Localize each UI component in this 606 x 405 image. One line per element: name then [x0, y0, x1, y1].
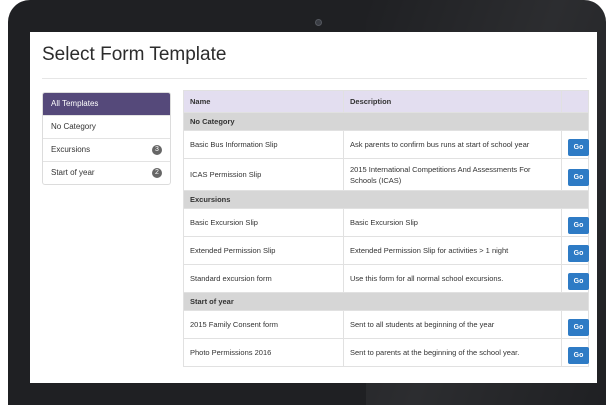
sidebar-item-excursions[interactable]: Excursions 3 — [43, 138, 170, 161]
group-title: Start of year — [183, 292, 589, 311]
template-description: 2015 International Competitions And Asse… — [343, 158, 562, 191]
group-title: No Category — [183, 112, 589, 131]
table-row: Basic Excursion Slip Basic Excursion Sli… — [183, 208, 589, 237]
sidebar-item-start-of-year[interactable]: Start of year 2 — [43, 161, 170, 184]
column-header-description: Description — [343, 90, 562, 113]
go-button[interactable]: Go — [568, 318, 589, 336]
table-header-row: Name Description — [183, 90, 589, 113]
webcam-icon — [315, 19, 322, 26]
laptop-frame: Select Form Template All Templates No Ca… — [8, 0, 606, 405]
table-row: Photo Permissions 2016 Sent to parents a… — [183, 338, 589, 367]
template-name: ICAS Permission Slip — [183, 158, 344, 191]
go-button[interactable]: Go — [568, 216, 589, 234]
template-name: Extended Permission Slip — [183, 236, 344, 265]
table-row: 2015 Family Consent form Sent to all stu… — [183, 310, 589, 339]
group-row-excursions: Excursions — [183, 190, 589, 209]
sidebar-item-no-category[interactable]: No Category — [43, 115, 170, 138]
go-button[interactable]: Go — [568, 346, 589, 364]
template-description: Basic Excursion Slip — [343, 208, 562, 237]
group-row-start-of-year: Start of year — [183, 292, 589, 311]
sidebar-item-label: Excursions — [51, 145, 91, 154]
category-sidebar: All Templates No Category Excursions 3 S… — [42, 92, 171, 185]
count-badge: 2 — [152, 168, 162, 178]
templates-table: Name Description No Category Basic Bus I… — [183, 90, 589, 367]
template-name: Basic Bus Information Slip — [183, 130, 344, 159]
app-screen: Select Form Template All Templates No Ca… — [30, 32, 597, 383]
column-header-action — [561, 90, 589, 113]
sidebar-item-all-templates[interactable]: All Templates — [43, 93, 170, 115]
template-description: Sent to parents at the beginning of the … — [343, 338, 562, 367]
table-row: Standard excursion form Use this form fo… — [183, 264, 589, 293]
table-row: Basic Bus Information Slip Ask parents t… — [183, 130, 589, 159]
go-button[interactable]: Go — [568, 138, 589, 156]
title-divider — [42, 78, 587, 79]
group-row-no-category: No Category — [183, 112, 589, 131]
template-name: Standard excursion form — [183, 264, 344, 293]
template-name: Photo Permissions 2016 — [183, 338, 344, 367]
template-description: Sent to all students at beginning of the… — [343, 310, 562, 339]
sidebar-item-label: No Category — [51, 122, 96, 131]
count-badge: 3 — [152, 145, 162, 155]
template-name: 2015 Family Consent form — [183, 310, 344, 339]
go-button[interactable]: Go — [568, 244, 589, 262]
template-description: Ask parents to confirm bus runs at start… — [343, 130, 562, 159]
table-row: ICAS Permission Slip 2015 International … — [183, 158, 589, 191]
sidebar-item-label: Start of year — [51, 168, 95, 177]
template-name: Basic Excursion Slip — [183, 208, 344, 237]
template-description: Extended Permission Slip for activities … — [343, 236, 562, 265]
go-button[interactable]: Go — [568, 168, 589, 186]
group-title: Excursions — [183, 190, 589, 209]
column-header-name: Name — [183, 90, 344, 113]
go-button[interactable]: Go — [568, 272, 589, 290]
table-row: Extended Permission Slip Extended Permis… — [183, 236, 589, 265]
template-description: Use this form for all normal school excu… — [343, 264, 562, 293]
page-title: Select Form Template — [42, 44, 227, 65]
sidebar-item-label: All Templates — [51, 99, 99, 108]
